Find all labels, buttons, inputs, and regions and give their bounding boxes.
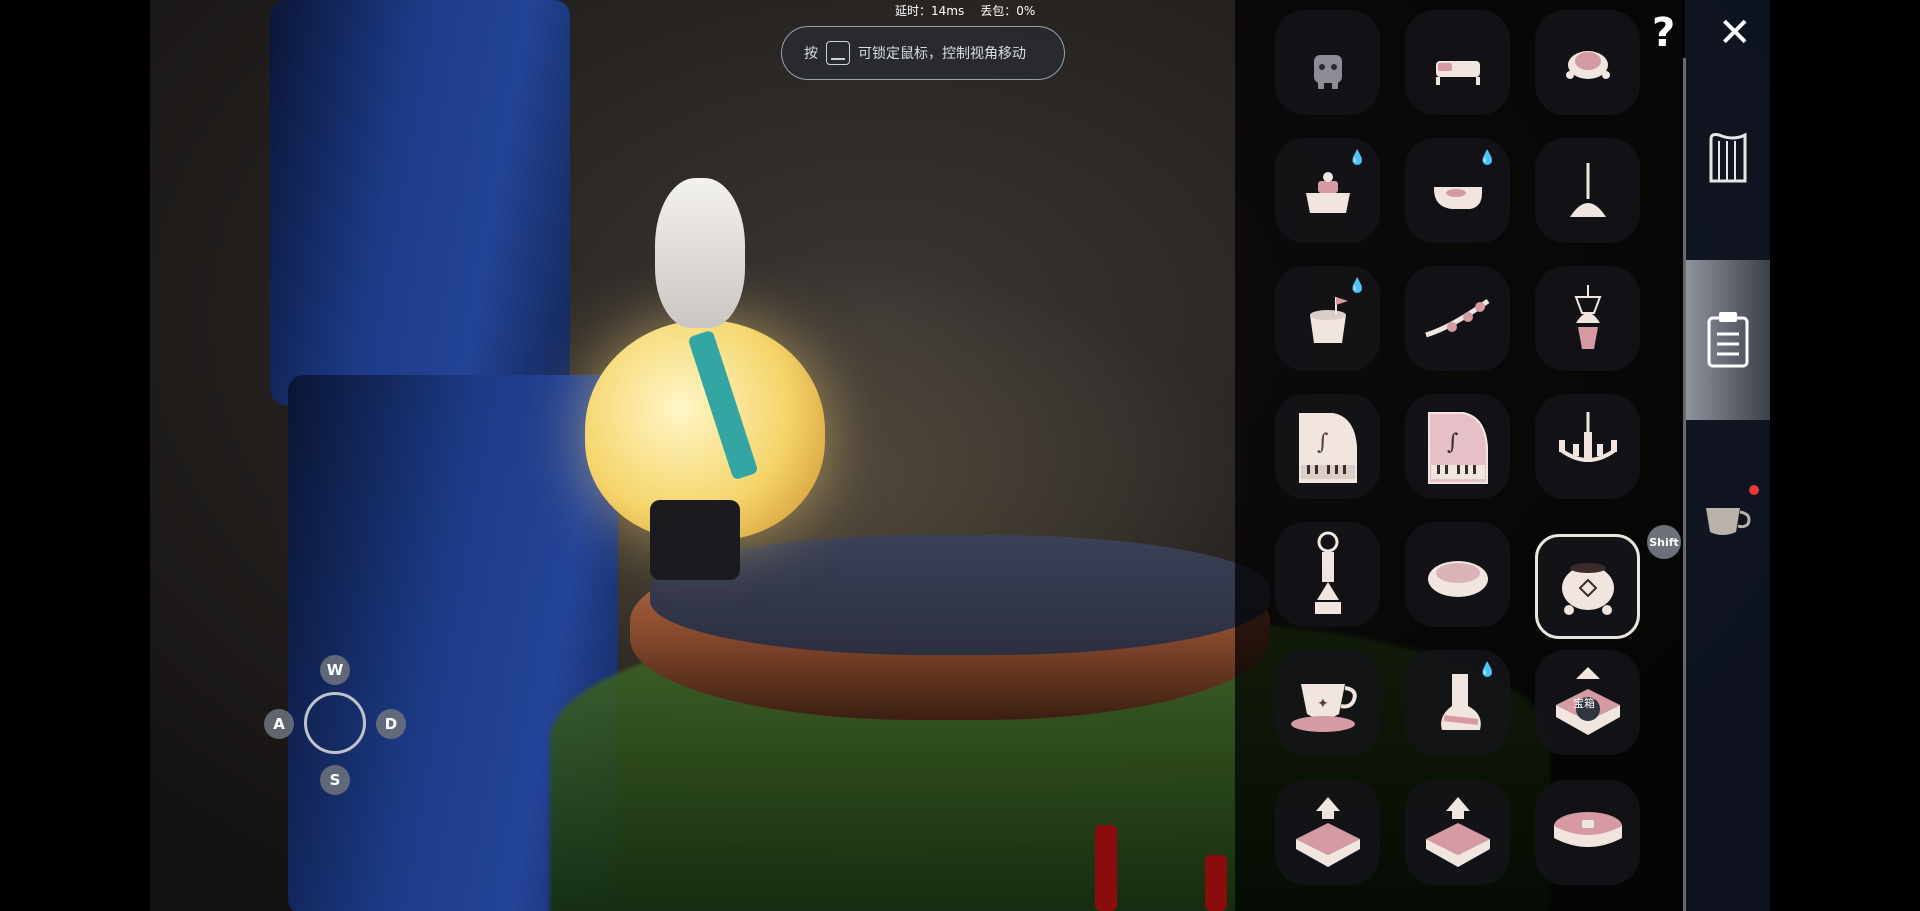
tab-emotes[interactable] xyxy=(1686,440,1770,600)
prop-item[interactable] xyxy=(1535,10,1640,115)
prop-item[interactable]: ✦ xyxy=(1275,650,1380,755)
prop-item[interactable] xyxy=(1275,10,1380,115)
prop-item[interactable] xyxy=(1535,266,1640,371)
player-character-hair xyxy=(655,178,745,328)
svg-text:∫: ∫ xyxy=(1317,430,1329,455)
clay-pot-icon xyxy=(1561,562,1614,615)
prop-item[interactable]: 💧 xyxy=(1275,266,1380,371)
hanging-planter-icon xyxy=(1574,284,1601,349)
treasure-chest-label: 宝箱 xyxy=(1573,697,1595,710)
svg-text:∫: ∫ xyxy=(1447,430,1459,455)
round-stool-icon xyxy=(1553,811,1622,847)
prop-item[interactable] xyxy=(1405,10,1510,115)
hint-rest-text: 可锁定鼠标，控制视角移动 xyxy=(858,46,1026,62)
close-button[interactable]: ✕ xyxy=(1718,10,1752,56)
white-grand-piano-icon: ∫ xyxy=(1298,412,1357,483)
hint-press-text: 按 xyxy=(804,46,818,62)
movement-joystick[interactable]: W A D S xyxy=(262,655,406,795)
upgrade-platform-icon xyxy=(1425,796,1490,867)
joystick-ring[interactable] xyxy=(304,692,366,754)
blossom-branch-icon xyxy=(1424,298,1489,337)
drop-icon: 💧 xyxy=(1348,278,1366,294)
player-character-legs xyxy=(650,500,740,580)
tab-instruments[interactable] xyxy=(1686,77,1770,237)
keyboard-key-icon xyxy=(826,41,850,65)
clipboard-icon xyxy=(1707,312,1749,368)
packet-loss-text: 丢包：0% xyxy=(980,4,1036,18)
drop-icon: 💧 xyxy=(1478,150,1496,166)
prop-item[interactable] xyxy=(1405,780,1510,885)
prop-item[interactable] xyxy=(1275,780,1380,885)
blue-stone-pillar-top xyxy=(270,0,570,405)
prop-item[interactable] xyxy=(1535,780,1640,885)
prop-item[interactable]: 宝箱 xyxy=(1535,650,1640,755)
props-panel: 💧 💧 💧 ∫ ∫ ✦ 💧 宝箱 xyxy=(1235,0,1685,911)
red-post xyxy=(1205,855,1227,911)
teacup-icon xyxy=(1706,508,1751,535)
latency-text: 延时：14ms xyxy=(895,4,965,18)
prop-item[interactable] xyxy=(1405,266,1510,371)
tab-props[interactable] xyxy=(1686,260,1770,420)
key-a[interactable]: A xyxy=(264,709,294,739)
bed-icon xyxy=(1435,60,1480,85)
prop-item[interactable] xyxy=(1405,522,1510,627)
red-post xyxy=(1095,825,1117,911)
key-d[interactable]: D xyxy=(376,709,406,739)
robot-figure-icon xyxy=(1313,54,1342,89)
mouse-lock-hint: 按 可锁定鼠标，控制视角移动 xyxy=(781,26,1065,80)
prop-item[interactable]: 💧 xyxy=(1405,650,1510,755)
prop-item[interactable]: 💧 xyxy=(1405,138,1510,243)
drop-icon: 💧 xyxy=(1348,150,1366,166)
network-stats: 延时：14ms 丢包：0% xyxy=(895,2,1035,19)
pink-grand-piano-icon: ∫ xyxy=(1427,411,1488,484)
upgrade-platform-icon xyxy=(1295,796,1360,867)
key-s[interactable]: S xyxy=(320,765,350,795)
notification-dot xyxy=(1749,485,1759,495)
shift-key-badge: Shift xyxy=(1647,525,1681,559)
prop-item[interactable]: ∫ xyxy=(1405,394,1510,499)
turtle-icon xyxy=(1565,50,1610,79)
cushion-icon xyxy=(1427,560,1488,597)
prop-item[interactable] xyxy=(1535,138,1640,243)
prop-item[interactable] xyxy=(1275,522,1380,627)
prop-item[interactable] xyxy=(1535,394,1640,499)
stone-platform-top xyxy=(650,535,1270,655)
help-button[interactable]: ? xyxy=(1652,10,1675,56)
harp-icon xyxy=(1709,132,1747,183)
hourglass-candle-icon xyxy=(1314,531,1341,614)
svg-text:✦: ✦ xyxy=(1317,696,1329,712)
drop-icon: 💧 xyxy=(1478,662,1496,678)
key-w[interactable]: W xyxy=(320,655,350,685)
dining-table-icon xyxy=(1305,171,1350,213)
teacup-icon: ✦ xyxy=(1290,683,1357,732)
prop-item[interactable]: ∫ xyxy=(1275,394,1380,499)
prop-item[interactable]: 💧 xyxy=(1275,138,1380,243)
prop-item-selected[interactable] xyxy=(1535,534,1640,639)
bathtub-icon xyxy=(1433,186,1482,209)
chandelier-icon xyxy=(1558,411,1617,462)
standing-lamp-icon xyxy=(1569,162,1606,217)
stump-with-flag-icon xyxy=(1309,296,1348,343)
